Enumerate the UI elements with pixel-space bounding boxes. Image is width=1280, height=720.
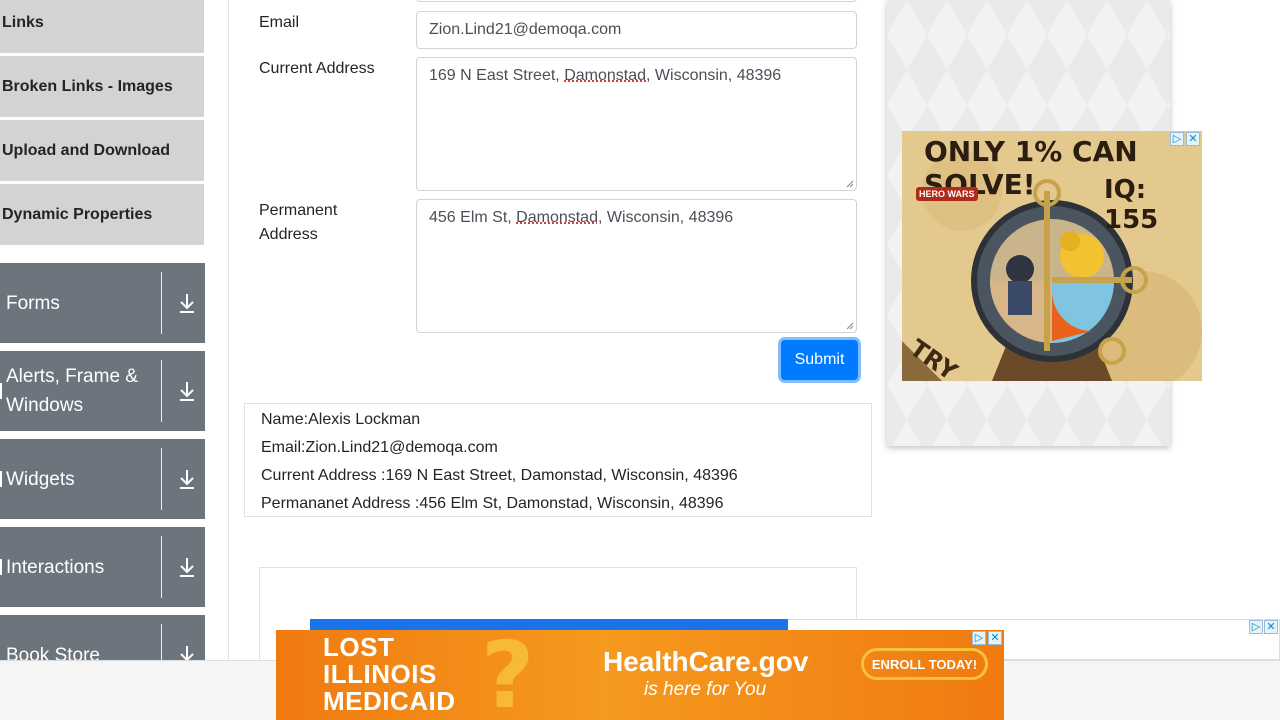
- output-email: Email:Zion.Lind21@demoqa.com: [261, 439, 498, 456]
- sidebar-group-alerts[interactable]: Alerts, Frame & Windows: [0, 351, 205, 431]
- healthcare-ad[interactable]: LOST ILLINOIS MEDICAID ? HealthCare.gov …: [276, 630, 1004, 720]
- ad-choices-icon[interactable]: ▷: [972, 631, 986, 645]
- current-address-label: Current Address: [259, 60, 375, 77]
- separator: [161, 536, 162, 598]
- permanent-address-label: Permanent Address: [259, 202, 338, 243]
- healthcare-brand: HealthCare.gov: [603, 646, 809, 677]
- healthcare-tagline: is here for You: [644, 679, 767, 700]
- sidebar-item-label: Links: [2, 13, 44, 31]
- sidebar-item-label: Broken Links - Images: [2, 77, 173, 95]
- output-permanent-address: Permananet Address :456 Elm St, Damonsta…: [261, 495, 724, 512]
- sidebar-group-label: Alerts, Frame & Windows: [6, 366, 138, 416]
- sidebar-group-widgets[interactable]: Widgets: [0, 439, 205, 519]
- output-name: Name:Alexis Lockman: [261, 411, 421, 428]
- download-icon: [180, 558, 194, 577]
- resize-grip-icon[interactable]: [846, 322, 854, 330]
- sidebar-group-interactions[interactable]: Interactions: [0, 527, 205, 607]
- close-icon[interactable]: ✕: [988, 631, 1002, 645]
- permanent-address-text: 456 Elm St, Damonstad, Wisconsin, 48396: [429, 209, 734, 226]
- permanent-address-textarea[interactable]: 456 Elm St, Damonstad, Wisconsin, 48396: [416, 199, 857, 333]
- download-icon: [180, 470, 194, 489]
- separator: [161, 448, 162, 510]
- page: Links Broken Links - Images Upload and D…: [0, 0, 1280, 720]
- sidebar-group-forms[interactable]: Forms: [0, 263, 205, 343]
- sidebar-item-dynamic-properties[interactable]: Dynamic Properties: [0, 184, 204, 246]
- sidebar-item-label: Dynamic Properties: [2, 205, 153, 223]
- group-icon-edge: [0, 471, 2, 487]
- current-address-text: 169 N East Street, Damonstad, Wisconsin,…: [429, 67, 782, 84]
- enroll-button[interactable]: ENROLL TODAY!: [861, 648, 988, 680]
- sidebar-item-links[interactable]: Links: [0, 0, 204, 54]
- email-label: Email: [259, 14, 300, 31]
- question-mark-graphic: ?: [481, 630, 535, 720]
- output-current-address: Current Address :169 N East Street, Damo…: [261, 467, 738, 484]
- ad-choices-icon[interactable]: ▷: [1249, 620, 1263, 634]
- separator: [161, 272, 162, 334]
- group-icon-edge: [0, 383, 2, 399]
- close-icon[interactable]: ✕: [1264, 620, 1278, 634]
- output-panel: Name:Alexis Lockman Email:Zion.Lind21@de…: [244, 403, 872, 517]
- sidebar-group-label: Widgets: [6, 468, 75, 490]
- close-icon[interactable]: ✕: [1186, 132, 1200, 146]
- previous-field-input[interactable]: [416, 0, 857, 2]
- separator: [161, 360, 162, 422]
- download-icon: [180, 294, 194, 313]
- email-value: Zion.Lind21@demoqa.com: [429, 21, 622, 38]
- ad-choices-icon[interactable]: ▷: [1170, 132, 1184, 146]
- sidebar-group-label: Forms: [6, 292, 60, 314]
- current-address-textarea[interactable]: 169 N East Street, Damonstad, Wisconsin,…: [416, 57, 857, 191]
- content-divider: [228, 0, 229, 660]
- sidebar-item-upload-download[interactable]: Upload and Download: [0, 120, 204, 182]
- sidebar-item-label: Upload and Download: [2, 141, 170, 159]
- download-icon: [180, 382, 194, 401]
- hero-wars-logo: HERO WARS: [916, 187, 978, 201]
- hero-wars-ad[interactable]: ONLY 1% CAN SOLVE! IQ: 155 HERO WARS TRY: [902, 131, 1202, 381]
- ad-lost-text: LOST ILLINOIS MEDICAID: [323, 632, 456, 716]
- sidebar-item-broken-links[interactable]: Broken Links - Images: [0, 56, 204, 118]
- submit-button[interactable]: Submit: [781, 340, 858, 380]
- email-input[interactable]: Zion.Lind21@demoqa.com: [416, 11, 857, 49]
- group-icon-edge: [0, 559, 2, 575]
- sidebar-group-label: Interactions: [6, 556, 105, 578]
- ad-iq: IQ: 155: [1104, 175, 1159, 235]
- resize-grip-icon[interactable]: [846, 180, 854, 188]
